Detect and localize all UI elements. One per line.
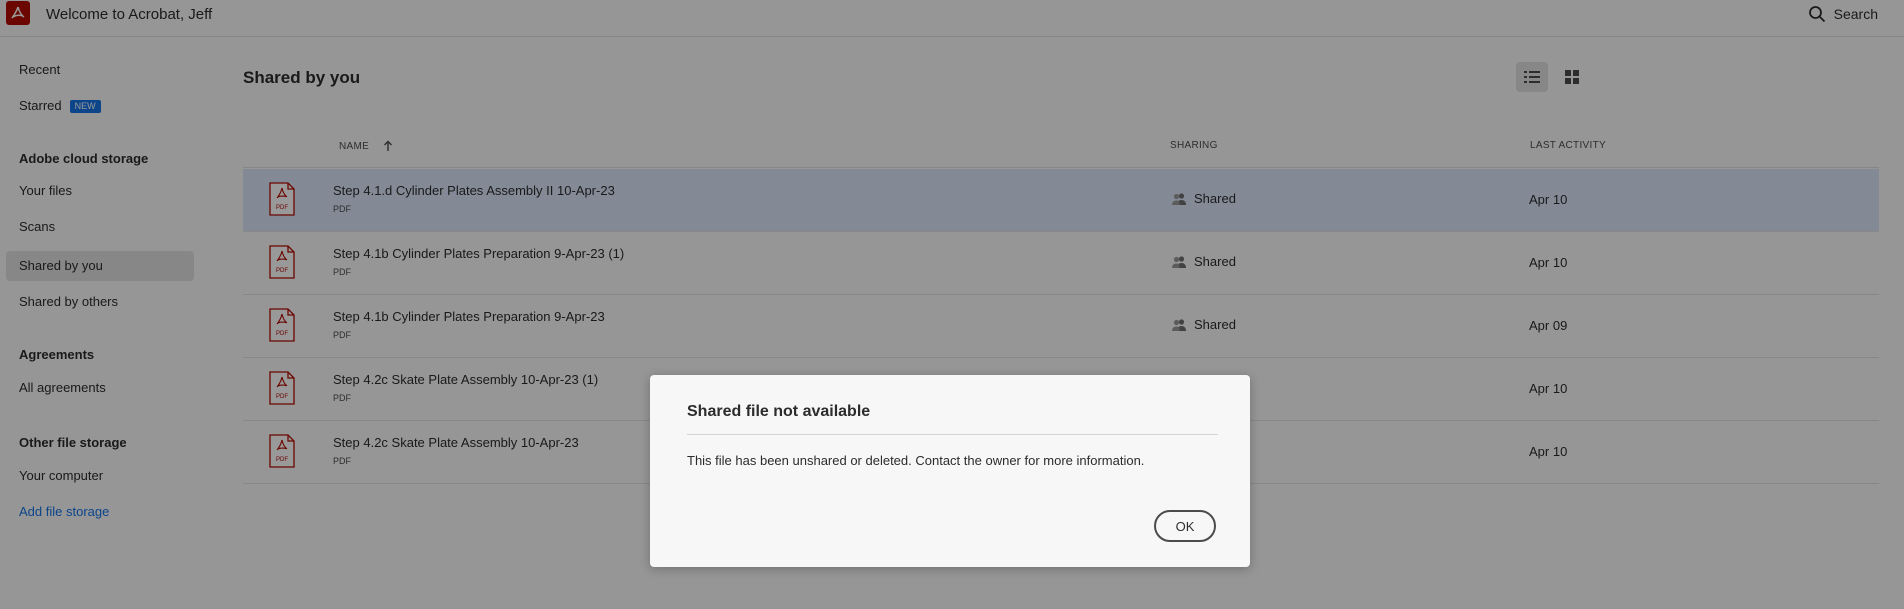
dialog-message: This file has been unshared or deleted. … (687, 453, 1145, 468)
dialog-divider (687, 434, 1218, 435)
dialog-title: Shared file not available (687, 403, 871, 420)
ok-button[interactable]: OK (1154, 510, 1216, 542)
error-dialog: Shared file not available This file has … (650, 375, 1250, 567)
